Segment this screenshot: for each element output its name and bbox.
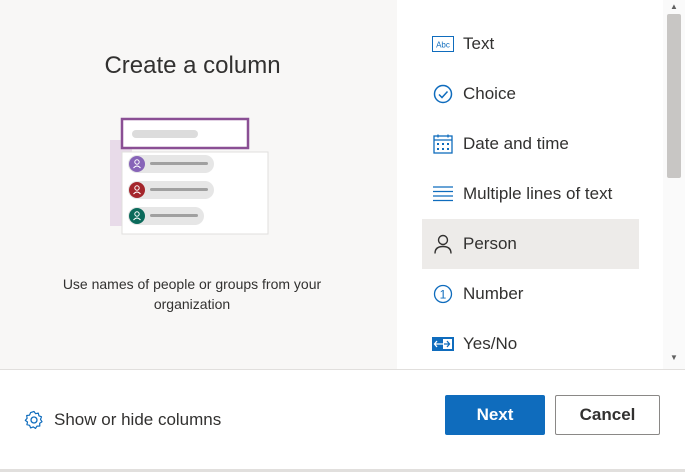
panel-description: Use names of people or groups from your … bbox=[62, 276, 322, 312]
column-type-label: Multiple lines of text bbox=[463, 184, 613, 203]
illustration-person-row bbox=[128, 207, 204, 225]
scrollbar-thumb[interactable] bbox=[667, 14, 681, 178]
column-type-multiple-lines-of-text[interactable]: Multiple lines of text bbox=[422, 169, 639, 219]
toggle-yes-no-icon bbox=[432, 333, 454, 355]
next-button[interactable]: Next bbox=[445, 395, 545, 435]
scroll-up-arrow-icon[interactable]: ▲ bbox=[663, 0, 685, 14]
text-abc-icon: Abc bbox=[432, 33, 454, 55]
calendar-icon bbox=[432, 133, 454, 155]
footer: Show or hide columns Next Cancel bbox=[0, 370, 685, 472]
column-type-label: Yes/No bbox=[463, 334, 518, 353]
column-type-label: Number bbox=[463, 284, 524, 303]
column-type-choice[interactable]: Choice bbox=[422, 69, 639, 119]
illustration-person-row bbox=[128, 181, 214, 199]
column-type-number[interactable]: 1 Number bbox=[422, 269, 639, 319]
column-type-yes-no[interactable]: Yes/No bbox=[422, 319, 639, 369]
multiline-text-icon bbox=[432, 183, 454, 205]
panel-title: Create a column bbox=[104, 52, 281, 79]
person-column-illustration bbox=[110, 117, 269, 235]
preview-panel: Create a column Use names of people or g… bbox=[0, 0, 397, 369]
column-type-list: Abc Text Choice Date and time Multiple l… bbox=[397, 0, 663, 369]
scroll-down-arrow-icon[interactable]: ▼ bbox=[663, 351, 685, 365]
person-icon bbox=[432, 233, 454, 255]
column-type-person[interactable]: Person bbox=[422, 219, 639, 269]
column-type-label: Text bbox=[463, 34, 495, 53]
number-one-icon: 1 bbox=[432, 283, 454, 305]
gear-icon bbox=[24, 410, 43, 429]
column-type-label: Person bbox=[463, 234, 517, 253]
illustration-person-row bbox=[128, 155, 214, 173]
show-hide-columns-label: Show or hide columns bbox=[54, 410, 222, 429]
show-hide-columns-link[interactable]: Show or hide columns bbox=[24, 410, 221, 430]
column-type-label: Date and time bbox=[463, 134, 569, 153]
illustration-input-placeholder bbox=[132, 130, 198, 138]
cancel-button[interactable]: Cancel bbox=[555, 395, 660, 435]
check-circle-icon bbox=[432, 83, 454, 105]
column-type-label: Choice bbox=[463, 84, 516, 103]
svg-text:Abc: Abc bbox=[436, 41, 450, 50]
column-type-text[interactable]: Abc Text bbox=[422, 19, 639, 69]
column-type-date-and-time[interactable]: Date and time bbox=[422, 119, 639, 169]
scrollbar[interactable]: ▲ ▼ bbox=[663, 0, 685, 369]
svg-text:1: 1 bbox=[440, 288, 447, 302]
